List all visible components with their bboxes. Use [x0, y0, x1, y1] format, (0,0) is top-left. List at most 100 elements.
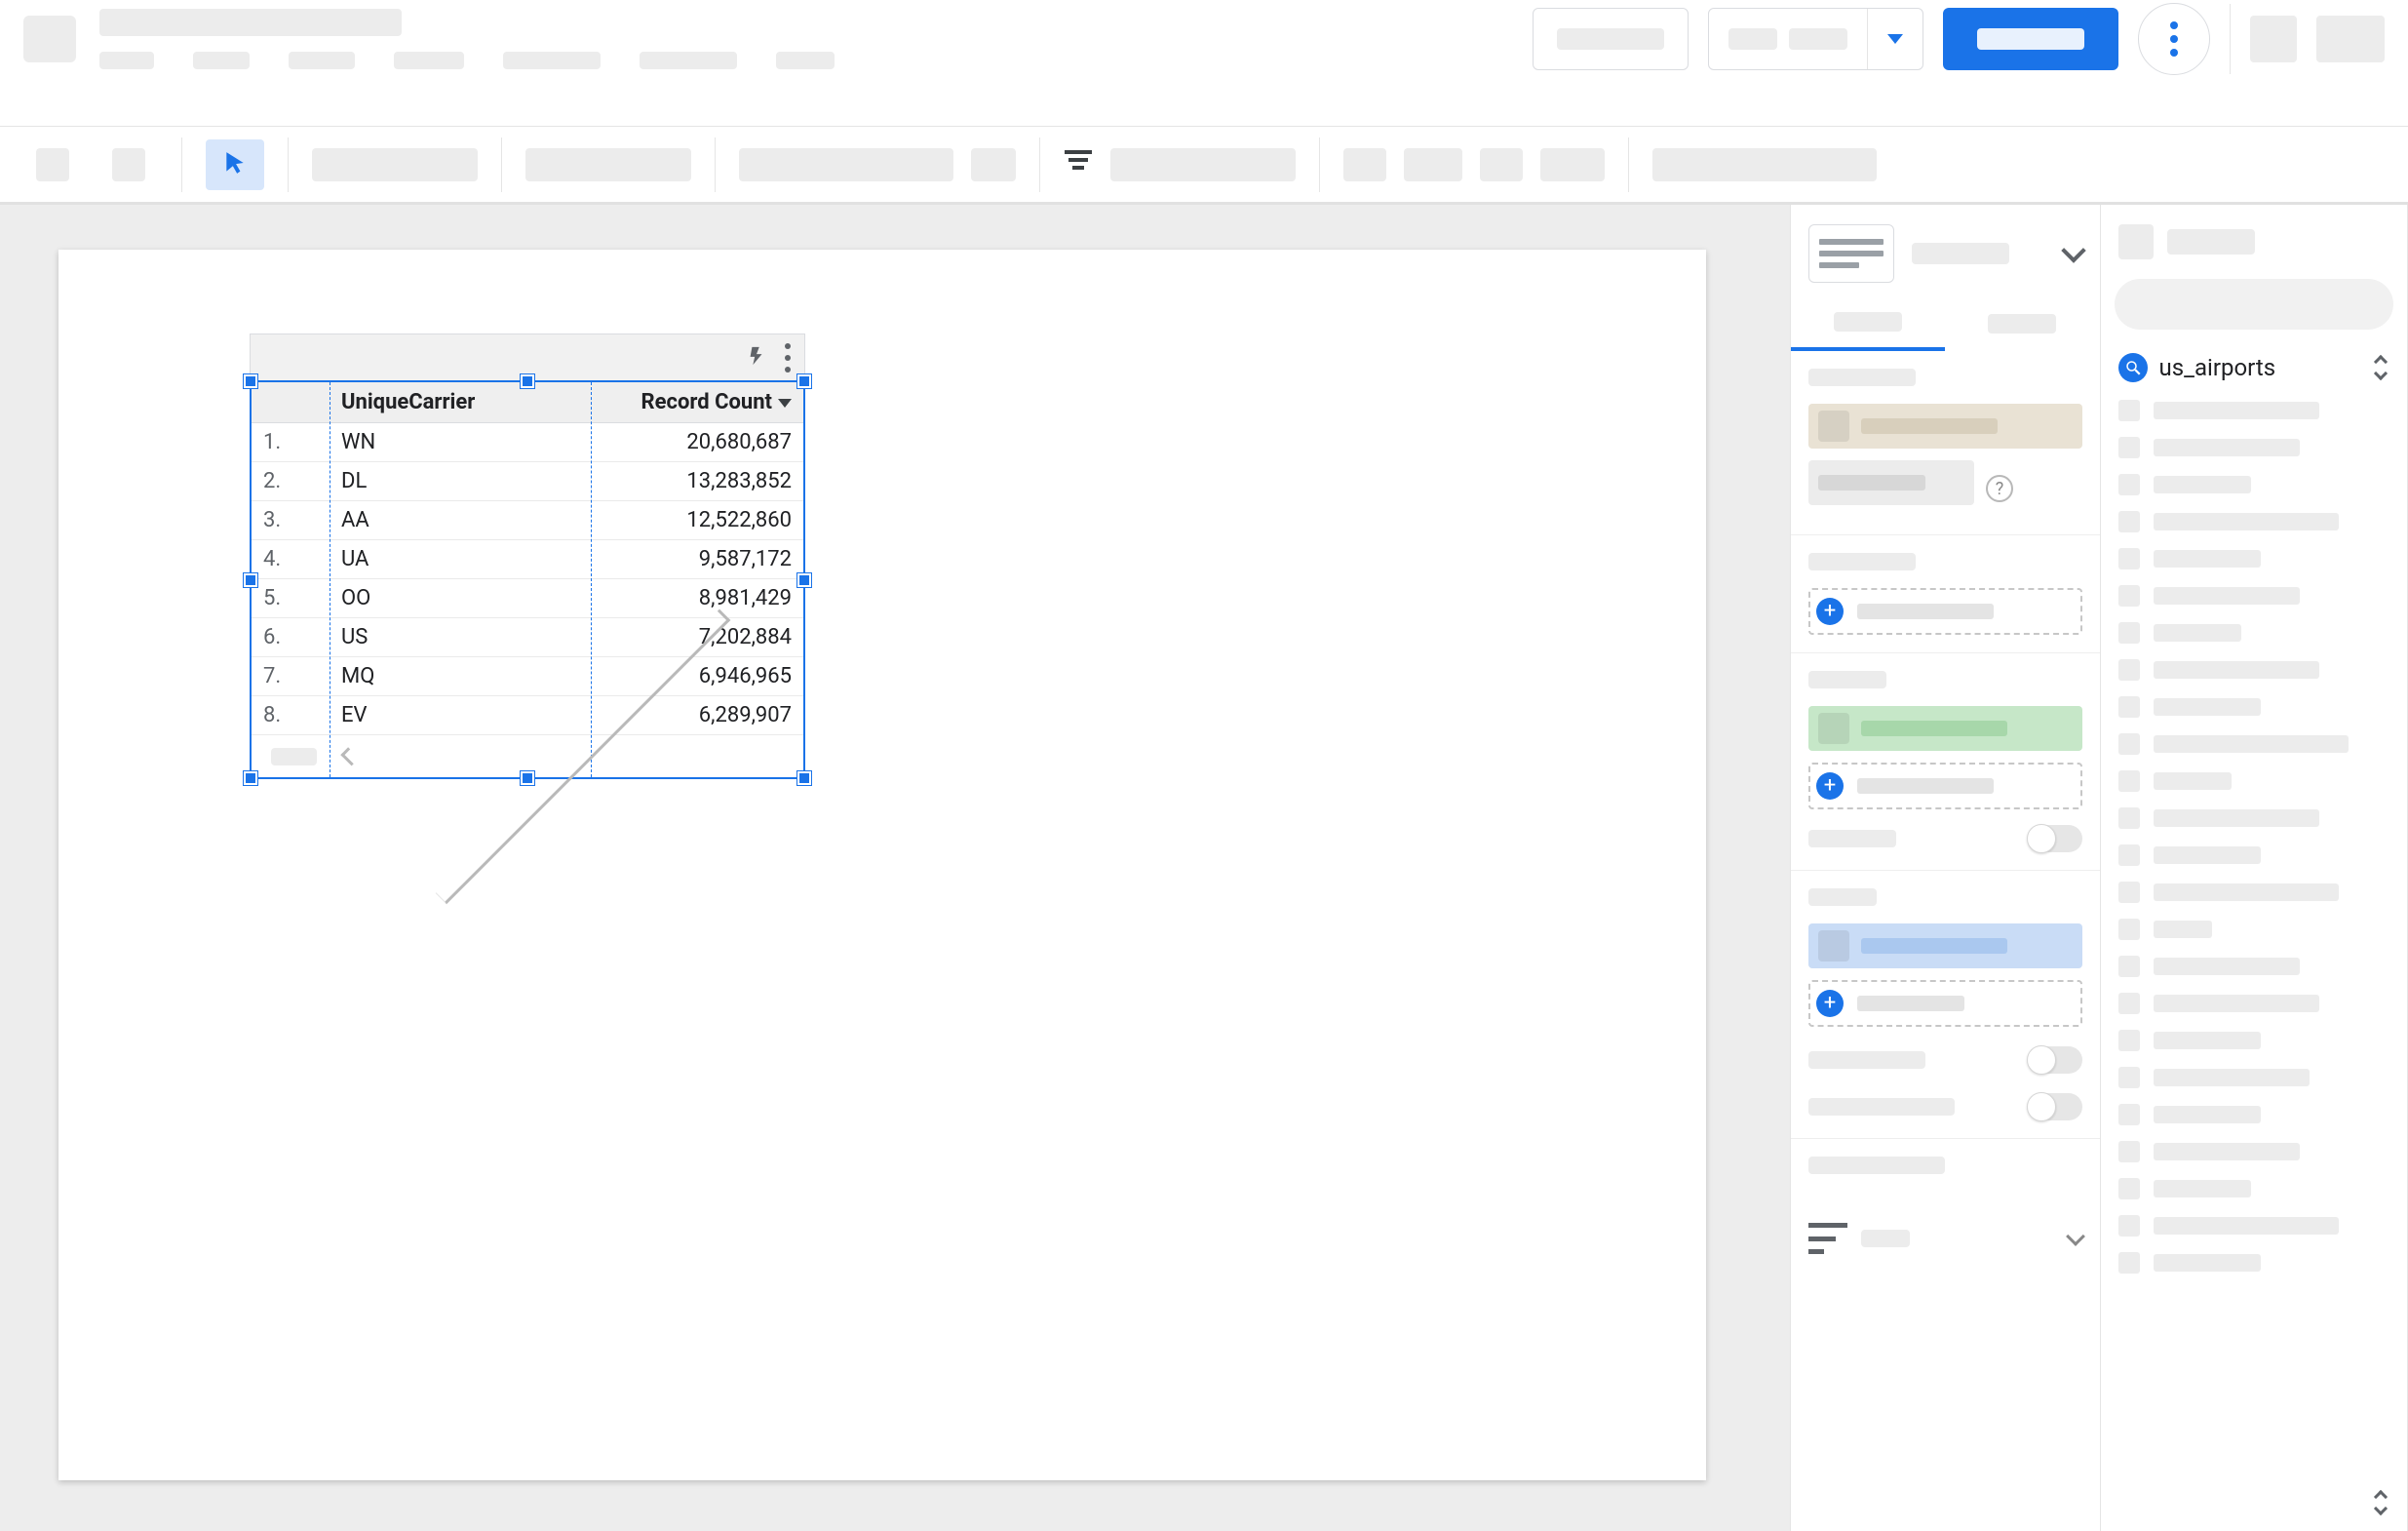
- field-item[interactable]: [2101, 1170, 2408, 1207]
- field-item[interactable]: [2101, 726, 2408, 763]
- field-item[interactable]: [2101, 1096, 2408, 1133]
- toolbar-item[interactable]: [312, 148, 478, 181]
- field-item[interactable]: [2101, 392, 2408, 429]
- toolbar-item[interactable]: [971, 148, 1016, 181]
- filter-picker[interactable]: [1791, 1209, 2100, 1268]
- toggle-switch[interactable]: [2028, 825, 2082, 852]
- toolbar-item[interactable]: [1343, 148, 1386, 181]
- sort-chip[interactable]: [1808, 923, 2082, 968]
- metric-chip[interactable]: [1808, 706, 2082, 751]
- menu-item[interactable]: [99, 52, 154, 69]
- field-item[interactable]: [2101, 1059, 2408, 1096]
- table-row[interactable]: 3.AA12,522,860: [252, 501, 803, 540]
- add-dimension-drop[interactable]: +: [1808, 588, 2082, 635]
- resize-handle[interactable]: [244, 573, 257, 587]
- toggle-switch[interactable]: [2028, 1046, 2082, 1074]
- field-item[interactable]: [2101, 1022, 2408, 1059]
- canvas-area[interactable]: UniqueCarrier Record Count 1.WN20,680,68…: [0, 205, 1790, 1531]
- field-item[interactable]: [2101, 614, 2408, 651]
- field-item[interactable]: [2101, 1207, 2408, 1244]
- resize-handle[interactable]: [521, 771, 534, 785]
- count-cell: 8,981,429: [555, 579, 803, 618]
- table-row[interactable]: 2.DL13,283,852: [252, 462, 803, 501]
- resize-handle[interactable]: [244, 374, 257, 388]
- resize-handle[interactable]: [521, 374, 534, 388]
- menu-item[interactable]: [193, 52, 250, 69]
- toolbar-item[interactable]: [1480, 148, 1523, 181]
- report-page[interactable]: UniqueCarrier Record Count 1.WN20,680,68…: [58, 250, 1706, 1480]
- prev-page-button[interactable]: [340, 747, 359, 766]
- setup-tab[interactable]: [1791, 296, 1945, 351]
- header-icon[interactable]: [2250, 16, 2297, 62]
- more-options-button[interactable]: [2138, 3, 2210, 75]
- resize-handle[interactable]: [797, 573, 811, 587]
- field-item[interactable]: [2101, 577, 2408, 614]
- share-split-button[interactable]: [1708, 8, 1923, 70]
- help-icon[interactable]: ?: [1986, 475, 2013, 502]
- row-index: 4.: [252, 540, 330, 579]
- resize-handle[interactable]: [797, 771, 811, 785]
- section-label: [1808, 671, 1886, 688]
- add-metric-drop[interactable]: +: [1808, 763, 2082, 809]
- field-item[interactable]: [2101, 503, 2408, 540]
- expand-collapse-icon[interactable]: [2372, 1492, 2389, 1513]
- menu-item[interactable]: [776, 52, 835, 69]
- carrier-cell: AA: [330, 501, 555, 540]
- resize-handle[interactable]: [244, 771, 257, 785]
- toolbar-item[interactable]: [525, 148, 691, 181]
- account-avatar[interactable]: [2316, 16, 2385, 62]
- menu-item[interactable]: [289, 52, 355, 69]
- menu-item[interactable]: [503, 52, 601, 69]
- field-item[interactable]: [2101, 466, 2408, 503]
- table-chart-selection[interactable]: UniqueCarrier Record Count 1.WN20,680,68…: [250, 334, 805, 779]
- chart-more-button[interactable]: [785, 343, 791, 373]
- field-item[interactable]: [2101, 985, 2408, 1022]
- field-item[interactable]: [2101, 688, 2408, 726]
- expand-collapse-icon[interactable]: [2372, 357, 2389, 378]
- field-item[interactable]: [2101, 911, 2408, 948]
- field-item[interactable]: [2101, 1133, 2408, 1170]
- toolbar-item[interactable]: [1110, 148, 1296, 181]
- field-search-input[interactable]: [2115, 279, 2394, 330]
- style-tab[interactable]: [1945, 296, 2099, 351]
- field-item[interactable]: [2101, 948, 2408, 985]
- field-item[interactable]: [2101, 429, 2408, 466]
- menu-item[interactable]: [640, 52, 737, 69]
- redo-button[interactable]: [99, 139, 158, 190]
- selection-tool-button[interactable]: [206, 139, 264, 190]
- field-item[interactable]: [2101, 540, 2408, 577]
- filter-icon[interactable]: [1064, 150, 1093, 179]
- table-row[interactable]: 4.UA9,587,172: [252, 540, 803, 579]
- table-row[interactable]: 8.EV6,289,907: [252, 696, 803, 735]
- field-item[interactable]: [2101, 763, 2408, 800]
- view-button[interactable]: [1943, 8, 2118, 70]
- data-source-chip[interactable]: [1808, 404, 2082, 449]
- toolbar-item[interactable]: [1404, 148, 1462, 181]
- report-title[interactable]: [99, 9, 402, 36]
- field-item[interactable]: [2101, 874, 2408, 911]
- toggle-switch[interactable]: [2028, 1093, 2082, 1120]
- header-button[interactable]: [1533, 8, 1689, 70]
- field-item[interactable]: [2101, 1244, 2408, 1281]
- chart-type-selector[interactable]: [1808, 224, 1894, 283]
- toolbar-item[interactable]: [739, 148, 953, 181]
- undo-button[interactable]: [23, 139, 82, 190]
- field-item[interactable]: [2101, 837, 2408, 874]
- menu-item[interactable]: [394, 52, 464, 69]
- toolbar-item[interactable]: [1540, 148, 1605, 181]
- table-chart[interactable]: UniqueCarrier Record Count 1.WN20,680,68…: [250, 380, 805, 779]
- blend-data-button[interactable]: [1808, 460, 1974, 505]
- add-sort-drop[interactable]: +: [1808, 980, 2082, 1027]
- toolbar-item[interactable]: [1652, 148, 1877, 181]
- share-dropdown[interactable]: [1868, 34, 1923, 44]
- metric-header[interactable]: Record Count: [555, 382, 803, 423]
- quick-insight-icon[interactable]: [746, 345, 767, 371]
- chevron-down-icon[interactable]: [2061, 238, 2085, 262]
- field-item[interactable]: [2101, 800, 2408, 837]
- resize-handle[interactable]: [797, 374, 811, 388]
- field-item[interactable]: [2101, 651, 2408, 688]
- table-row[interactable]: 1.WN20,680,687: [252, 423, 803, 462]
- data-source-row[interactable]: us_airports: [2101, 343, 2408, 392]
- dimension-header[interactable]: UniqueCarrier: [330, 382, 555, 423]
- table-row[interactable]: 7.MQ6,946,965: [252, 657, 803, 696]
